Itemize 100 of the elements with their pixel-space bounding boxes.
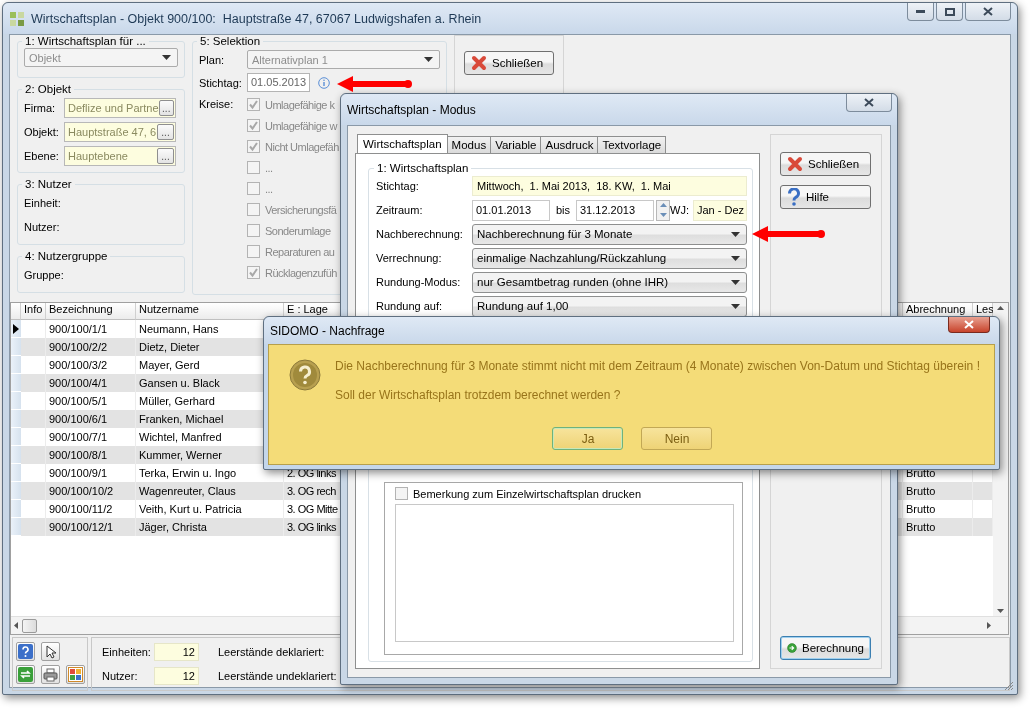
checkbox[interactable] [247, 98, 260, 111]
checkbox[interactable] [247, 119, 260, 132]
text-field[interactable]: Hauptstraße 47, 6 ... [64, 122, 176, 142]
scroll-left-icon[interactable] [14, 622, 18, 629]
tab[interactable]: Modus [446, 136, 492, 153]
checkbox[interactable] [247, 182, 260, 195]
dropdown[interactable]: Rundung auf 1,00 [472, 295, 747, 317]
table-cell: Jäger, Christa [136, 518, 284, 536]
calculate-button[interactable]: Berechnung [780, 636, 871, 660]
column-header[interactable]: Bezeichnung [46, 303, 136, 320]
table-cell [973, 518, 993, 536]
field-label: Plan: [199, 53, 226, 66]
date-display-field: Mittwoch, 1. Mai 2013, 18. KW, 1. Mai [472, 176, 747, 196]
header-corner [11, 303, 21, 320]
table-cell [21, 410, 46, 428]
table-cell [21, 482, 46, 500]
checkbox-label: Umlagefähige k [265, 98, 335, 111]
checkbox-label: ... [265, 161, 273, 174]
window-title: Wirtschaftsplan - Objekt 900/100: Hauptstraße 47, 67067 Ludwigshafen a. Rhein [31, 11, 482, 26]
group-title: 1: Wirtschaftsplan [376, 162, 470, 174]
scroll-right-icon[interactable] [987, 622, 991, 629]
dropdown-arrow-icon [731, 279, 740, 285]
checkbox[interactable] [395, 487, 408, 500]
dialog-button[interactable]: Ja [552, 427, 624, 450]
group-title: 3: Nutzer [24, 178, 73, 190]
field-label: Objekt: [24, 126, 60, 138]
column-header[interactable]: Nutzername [136, 303, 284, 320]
help-button[interactable] [16, 642, 35, 661]
current-row-icon [13, 323, 19, 334]
checkbox[interactable] [247, 224, 260, 237]
browse-button[interactable]: ... [158, 100, 174, 116]
dropdown-arrow-icon [731, 231, 740, 237]
close-dialog-button[interactable]: Schließen [464, 51, 554, 75]
help-button[interactable]: Hilfe [780, 185, 871, 209]
field-label: Nachberechnung: [376, 228, 464, 240]
scroll-up-icon[interactable] [997, 306, 1004, 310]
help-icon [787, 188, 801, 206]
table-cell: Brutto [903, 518, 973, 536]
close-icon [471, 55, 487, 71]
close-button[interactable] [846, 94, 892, 112]
browse-button[interactable]: ... [157, 124, 174, 140]
field-label: Nutzer: [24, 220, 61, 235]
browse-button[interactable]: ... [157, 148, 174, 164]
table-cell: 900/100/12/1 [46, 518, 136, 536]
group-title: 4: Nutzergruppe [24, 250, 109, 262]
maximize-button[interactable] [936, 3, 963, 21]
checkbox-label: Bemerkung zum Einzelwirtschaftsplan drucken [413, 487, 642, 500]
count-field: 12 [154, 643, 199, 661]
field-label: Kreise: [199, 97, 235, 112]
tab[interactable]: Textvorlage [597, 136, 667, 153]
row-header[interactable] [11, 320, 21, 338]
checkbox-label: Sonderumlage [265, 224, 331, 237]
checkbox[interactable] [247, 140, 260, 153]
date-field[interactable]: 31.12.2013 [576, 199, 654, 221]
table-cell: 900/100/6/1 [46, 410, 136, 428]
field-label: Leerstände deklariert: [218, 646, 326, 658]
text-field[interactable]: Deflize und Partne ... [64, 98, 176, 118]
scroll-down-icon[interactable] [997, 609, 1004, 613]
remark-text-area[interactable] [395, 504, 734, 642]
close-button[interactable] [965, 3, 1011, 21]
dropdown-arrow-icon [731, 303, 740, 309]
checkbox[interactable] [247, 266, 260, 279]
table-cell [21, 446, 46, 464]
close-dialog-button[interactable]: Schließen [780, 152, 871, 176]
message-text: Soll der Wirtschaftsplan trotzdem berechnet werden ? [335, 388, 622, 402]
checkbox-label: ... [265, 182, 273, 195]
close-icon [864, 98, 874, 107]
checkbox[interactable] [247, 203, 260, 216]
tab[interactable]: Ausdruck [540, 136, 599, 153]
dialog-button[interactable]: Nein [641, 427, 713, 450]
close-icon [787, 156, 803, 172]
grid-button[interactable] [66, 665, 85, 684]
dialog-title: Wirtschaftsplan - Modus [347, 102, 476, 117]
checkbox-label: Reparaturen au [265, 245, 335, 258]
dropdown[interactable]: nur Gesamtbetrag runden (ohne IHR) [472, 271, 747, 293]
checkbox[interactable] [247, 245, 260, 258]
dropdown[interactable]: einmalige Nachzahlung/Rückzahlung [472, 247, 747, 269]
column-header[interactable]: Info [21, 303, 46, 320]
date-field[interactable]: 01.01.2013 [472, 199, 550, 221]
minimize-icon [916, 10, 925, 13]
checkbox-label: Umlagefähige w [265, 119, 337, 132]
date-field[interactable]: 01.05.2013 [247, 73, 311, 92]
resize-grip-icon[interactable] [1004, 681, 1014, 691]
close-button[interactable] [948, 317, 990, 333]
pointer-button[interactable] [41, 642, 60, 661]
table-cell: 900/100/2/2 [46, 338, 136, 356]
tab[interactable]: Variable [490, 136, 542, 153]
dropdown[interactable]: Nachberechnung für 3 Monate [472, 223, 747, 245]
table-cell [21, 518, 46, 536]
table-cell [21, 374, 46, 392]
checkbox[interactable] [247, 161, 260, 174]
minimize-button[interactable] [907, 3, 934, 21]
tab[interactable]: Wirtschaftsplan [357, 134, 448, 153]
refresh-button[interactable] [16, 665, 35, 684]
scroll-thumb[interactable] [22, 618, 37, 633]
print-button[interactable] [41, 665, 60, 684]
text-field[interactable]: Hauptebene ... [64, 146, 176, 166]
field-label: Zeitraum: [376, 204, 424, 216]
spinner[interactable] [656, 199, 670, 221]
field-label: Verrechnung: [376, 252, 443, 264]
